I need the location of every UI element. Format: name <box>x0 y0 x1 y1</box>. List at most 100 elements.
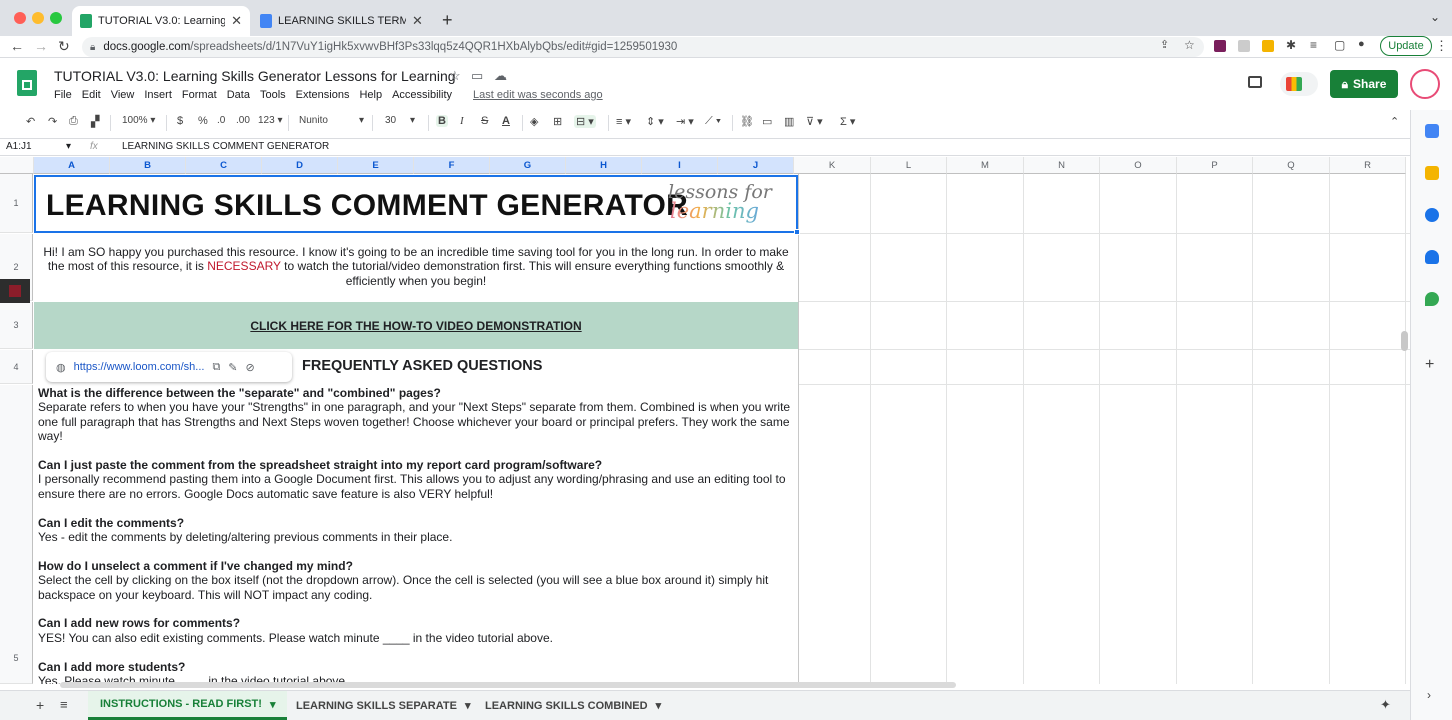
side-panel-icon[interactable]: ▢ <box>1334 38 1345 52</box>
share-page-icon[interactable]: ⇪ <box>1160 38 1169 51</box>
link-preview-chip[interactable]: ◍ https://www.loom.com/sh... ⧉ ✎ ⊘ <box>46 352 292 382</box>
row-header[interactable]: 3 <box>0 302 33 349</box>
meet-button[interactable] <box>1280 72 1318 96</box>
menu-insert[interactable]: Insert <box>144 89 172 101</box>
column-header[interactable]: D <box>262 157 338 174</box>
merge-cells-icon[interactable]: ⊟ ▾ <box>574 115 596 128</box>
explore-icon[interactable]: ✦ <box>1380 697 1391 713</box>
bold-button[interactable]: B <box>436 115 448 127</box>
copy-link-icon[interactable]: ⧉ <box>212 361 220 374</box>
column-header[interactable]: L <box>871 157 947 174</box>
tab-search-icon[interactable]: ⌄ <box>1430 10 1440 24</box>
extension-1-icon[interactable] <box>1214 40 1226 52</box>
intro-cell[interactable]: Hi! I am SO happy you purchased this res… <box>34 235 798 301</box>
percent-format-button[interactable]: % <box>198 115 208 127</box>
last-edit-link[interactable]: Last edit was seconds ago <box>473 89 603 101</box>
column-header[interactable]: O <box>1100 157 1177 174</box>
insert-link-icon[interactable]: ⛓ <box>740 115 754 128</box>
star-icon[interactable]: ☆ <box>449 68 461 84</box>
menu-edit[interactable]: Edit <box>82 89 101 101</box>
decrease-decimal-button[interactable]: .0 <box>217 115 225 126</box>
share-button[interactable]: 🔒︎ Share <box>1330 70 1398 98</box>
reading-list-icon[interactable]: ≡ <box>1310 38 1317 52</box>
text-wrapping-icon[interactable]: ⇥ ▾ <box>676 115 694 128</box>
undo-icon[interactable]: ↶ <box>26 115 35 128</box>
url-field[interactable]: 🔒︎ docs.google.com/spreadsheets/d/1N7VuY… <box>82 37 1204 57</box>
paint-format-icon[interactable]: ▞ <box>91 115 99 128</box>
browser-tab-learning-skills[interactable]: LEARNING SKILLS TERM 1 - Go ✕ <box>252 6 432 36</box>
collapse-toolbar-icon[interactable]: ⌃ <box>1390 115 1399 128</box>
bookmark-star-icon[interactable]: ☆ <box>1184 38 1195 52</box>
column-header[interactable]: M <box>947 157 1024 174</box>
select-all-corner[interactable] <box>0 157 34 174</box>
font-select[interactable]: Nunito ▾ <box>299 115 367 126</box>
title-cell[interactable]: LEARNING SKILLS COMMENT GENERATOR lesson… <box>34 175 798 233</box>
column-header[interactable]: P <box>1177 157 1253 174</box>
reload-icon[interactable]: ↻ <box>58 38 70 55</box>
maximize-window-button[interactable] <box>50 12 62 24</box>
faq-cell[interactable]: What is the difference between the "sepa… <box>34 386 798 684</box>
column-header[interactable]: C <box>186 157 262 174</box>
column-header[interactable]: F <box>414 157 490 174</box>
column-header[interactable]: G <box>490 157 566 174</box>
close-tab-icon[interactable]: ✕ <box>231 13 242 29</box>
tasks-icon[interactable] <box>1425 208 1439 222</box>
avatar[interactable] <box>1410 69 1440 99</box>
zoom-select[interactable]: 100% ▾ <box>122 115 155 126</box>
menu-accessibility[interactable]: Accessibility <box>392 89 452 101</box>
row-header[interactable]: 4 <box>0 350 33 384</box>
extension-3-icon[interactable] <box>1262 40 1274 52</box>
row-header[interactable]: 1 <box>0 174 33 233</box>
video-link-text[interactable]: CLICK HERE FOR THE HOW-TO VIDEO DEMONSTR… <box>250 319 581 333</box>
menu-extensions[interactable]: Extensions <box>296 89 350 101</box>
chevron-down-icon[interactable]: ▾ <box>465 699 471 712</box>
minimize-window-button[interactable] <box>32 12 44 24</box>
column-header[interactable]: I <box>642 157 718 174</box>
update-browser-button[interactable]: Update <box>1380 36 1432 56</box>
add-sheet-icon[interactable]: + <box>36 697 44 713</box>
name-box[interactable]: A1:J1 ▾ <box>6 141 76 152</box>
faq-header-cell[interactable]: FREQUENTLY ASKED QUESTIONS ◍ https://www… <box>34 350 798 384</box>
extension-2-icon[interactable] <box>1238 40 1250 52</box>
all-sheets-icon[interactable]: ≡ <box>60 697 68 712</box>
new-tab-icon[interactable]: + <box>442 10 453 31</box>
insert-comment-icon[interactable]: ▭ <box>762 115 772 128</box>
column-header[interactable]: H <box>566 157 642 174</box>
vertical-scrollbar[interactable] <box>1401 331 1408 351</box>
column-header[interactable]: N <box>1024 157 1100 174</box>
close-window-button[interactable] <box>14 12 26 24</box>
insert-chart-icon[interactable]: ▥ <box>784 115 794 128</box>
borders-icon[interactable]: ⊞ <box>553 115 562 128</box>
back-icon[interactable]: ← <box>10 38 24 54</box>
menu-tools[interactable]: Tools <box>260 89 286 101</box>
currency-format-button[interactable]: $ <box>177 115 183 127</box>
move-folder-icon[interactable]: ▭ <box>471 68 483 84</box>
keep-icon[interactable] <box>1425 166 1439 180</box>
remove-link-icon[interactable]: ⊘ <box>246 361 255 374</box>
column-header[interactable]: J <box>718 157 794 174</box>
document-title[interactable]: TUTORIAL V3.0: Learning Skills Generator… <box>54 68 456 84</box>
maps-icon[interactable] <box>1425 292 1439 306</box>
browser-menu-icon[interactable]: ⋮ <box>1435 38 1448 54</box>
get-addons-icon[interactable]: + <box>1425 356 1434 374</box>
strikethrough-button[interactable]: S <box>481 115 488 127</box>
profile-icon[interactable]: ● <box>1358 38 1365 50</box>
more-formats-select[interactable]: 123 ▾ <box>258 115 283 126</box>
contacts-icon[interactable] <box>1425 250 1439 264</box>
row-header[interactable]: 5 <box>0 385 33 684</box>
close-tab-icon[interactable]: ✕ <box>412 13 423 29</box>
column-header[interactable]: Q <box>1253 157 1330 174</box>
increase-decimal-button[interactable]: .00 <box>236 115 250 126</box>
column-header[interactable]: K <box>794 157 871 174</box>
column-header[interactable]: B <box>110 157 186 174</box>
menu-help[interactable]: Help <box>359 89 382 101</box>
menu-format[interactable]: Format <box>182 89 217 101</box>
video-link-cell[interactable]: CLICK HERE FOR THE HOW-TO VIDEO DEMONSTR… <box>34 302 798 349</box>
chevron-down-icon[interactable]: ▾ <box>656 699 662 712</box>
text-color-button[interactable]: A <box>502 115 510 127</box>
font-size-dropdown-icon[interactable]: ▾ <box>410 115 415 126</box>
formula-input[interactable]: LEARNING SKILLS COMMENT GENERATOR <box>122 141 329 152</box>
text-rotation-icon[interactable]: ⟋ ▾ <box>705 115 721 128</box>
browser-tab-tutorial[interactable]: TUTORIAL V3.0: Learning Skills ✕ <box>72 6 250 36</box>
sheet-tab-separate[interactable]: LEARNING SKILLS SEPARATE ▾ <box>284 691 482 720</box>
